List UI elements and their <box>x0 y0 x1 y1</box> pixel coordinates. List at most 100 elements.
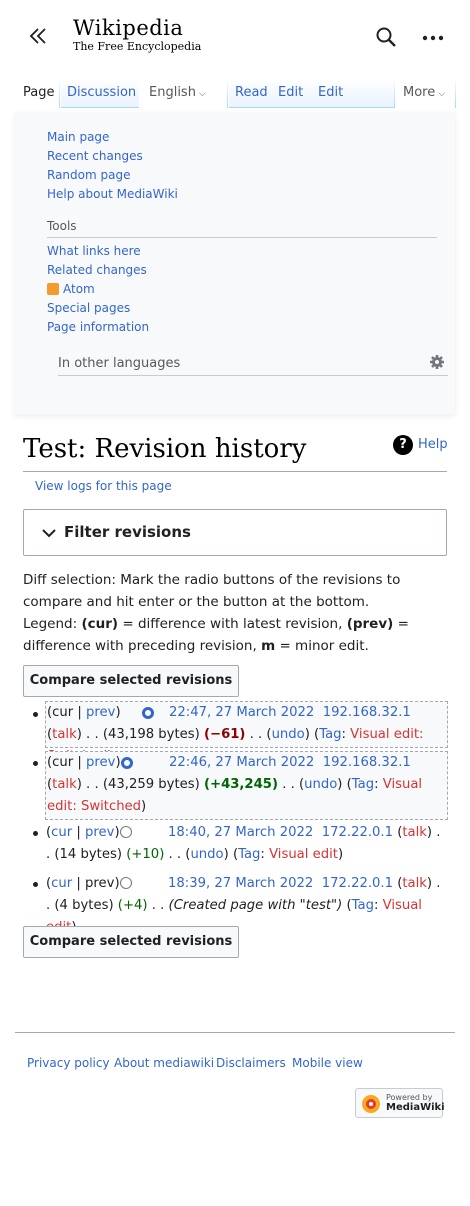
prev-link[interactable]: prev <box>86 755 115 770</box>
language-dropdown[interactable]: English ⌵ <box>143 78 212 108</box>
footer-mobile-view-link[interactable]: Mobile view <box>292 1056 363 1070</box>
list-bullet <box>33 882 38 887</box>
legend-m: m <box>261 638 276 654</box>
size-diff: (+4) <box>117 898 148 913</box>
tag-link[interactable]: Tag <box>352 777 374 792</box>
filter-revisions-toggle[interactable]: Filter revisions <box>23 509 447 556</box>
nav-recent-changes[interactable]: Recent changes <box>47 147 178 166</box>
revision-row: (cur | prev) 22:47, 27 March 2022 192.16… <box>45 701 448 764</box>
chevron-down-icon <box>42 529 56 538</box>
tab-discussion[interactable]: Discussion <box>61 78 139 108</box>
size-diff: (+43,245) <box>203 777 278 792</box>
main-menu-panel: Main page Recent changes Random page Hel… <box>15 112 455 414</box>
revision-radio[interactable] <box>120 826 132 838</box>
tag-link[interactable]: Tag <box>238 847 260 862</box>
nav-random-page[interactable]: Random page <box>47 166 178 185</box>
revision-user-link[interactable]: 192.168.32.1 <box>323 755 411 770</box>
more-dropdown[interactable]: More ⌵ <box>397 78 451 108</box>
edit-summary: (Created page with "test") <box>168 898 343 913</box>
revision-user-link[interactable]: 172.22.0.1 <box>322 825 393 840</box>
footer-about-link[interactable]: About mediawiki <box>114 1056 214 1070</box>
tab-edit-source[interactable]: Edit source <box>312 78 394 130</box>
view-logs-link[interactable]: View logs for this page <box>35 479 172 493</box>
undo-link[interactable]: undo <box>304 777 337 792</box>
chevron-down-icon: ⌵ <box>198 89 206 99</box>
list-bullet <box>33 761 38 766</box>
tool-related-changes[interactable]: Related changes <box>47 261 149 280</box>
cur-link[interactable]: cur <box>51 876 72 891</box>
cur-label: cur <box>52 755 74 770</box>
title-divider <box>23 471 447 472</box>
list-bullet <box>33 712 38 717</box>
revision-user-link[interactable]: 192.168.32.1 <box>323 705 411 720</box>
header: Wikipedia The Free Encyclopedia <box>0 0 470 76</box>
revision-radio-old[interactable] <box>142 707 154 719</box>
tab-page[interactable]: Page <box>17 78 60 108</box>
revision-size: 4 bytes <box>59 898 109 913</box>
legend-m-desc: = minor edit. <box>279 638 369 654</box>
more-label: More <box>403 85 436 100</box>
tool-atom[interactable]: Atom <box>47 280 149 299</box>
footer-privacy-link[interactable]: Privacy policy <box>27 1056 110 1070</box>
revision-date-link[interactable]: 18:40, 27 March 2022 <box>168 825 313 840</box>
footer-disclaimers-link[interactable]: Disclaimers <box>216 1056 286 1070</box>
page-tabs: Page Discussion English ⌵ Read Edit Edit … <box>0 78 470 130</box>
wordmark-title: Wikipedia <box>73 16 184 40</box>
user-talk-link[interactable]: talk <box>52 727 77 742</box>
prev-link[interactable]: prev <box>86 705 115 720</box>
footer-divider <box>15 1032 455 1033</box>
size-diff: (−61) <box>203 727 246 742</box>
prev-label: prev <box>85 876 115 891</box>
wikipedia-wordmark[interactable]: Wikipedia The Free Encyclopedia <box>73 16 201 54</box>
revision-radio[interactable] <box>120 877 132 889</box>
user-talk-link[interactable]: talk <box>402 825 427 840</box>
powered-by-mediawiki-badge[interactable]: Powered by MediaWiki <box>355 1088 445 1118</box>
prev-link[interactable]: prev <box>85 825 114 840</box>
page-title: Test: Revision history <box>23 434 307 464</box>
tool-atom-label: Atom <box>63 282 95 296</box>
undo-link[interactable]: undo <box>190 847 223 862</box>
legend-prev: (prev) <box>346 616 394 632</box>
nav-help[interactable]: Help about MediaWiki <box>47 185 178 204</box>
tab-edit[interactable]: Edit <box>272 78 312 108</box>
tool-special-pages[interactable]: Special pages <box>47 299 149 318</box>
revision-row: (cur | prev) 18:39, 27 March 2022 172.22… <box>45 873 448 935</box>
tag-value[interactable]: Visual edit <box>269 847 338 862</box>
revision-radio-new[interactable] <box>121 757 133 769</box>
tag-link[interactable]: Tag <box>352 898 374 913</box>
revision-date-link[interactable]: 18:39, 27 March 2022 <box>168 876 313 891</box>
revision-size: 43,198 bytes <box>107 727 195 742</box>
help-link[interactable]: Help <box>418 437 448 452</box>
revision-user-link[interactable]: 172.22.0.1 <box>322 876 393 891</box>
collapse-sidebar-icon[interactable] <box>26 24 50 48</box>
user-talk-link[interactable]: talk <box>52 777 77 792</box>
legend: Legend: (cur) = difference with latest r… <box>23 613 453 657</box>
revision-date-link[interactable]: 22:47, 27 March 2022 <box>169 705 314 720</box>
navigation-list: Main page Recent changes Random page Hel… <box>47 128 178 204</box>
tools-list: What links here Related changes Atom Spe… <box>47 242 149 337</box>
list-bullet <box>33 831 38 836</box>
cur-link[interactable]: cur <box>51 825 72 840</box>
diff-instructions: Diff selection: Mark the radio buttons o… <box>23 572 401 610</box>
tab-separator <box>227 78 228 108</box>
revision-date-link[interactable]: 22:46, 27 March 2022 <box>169 755 314 770</box>
gear-icon[interactable] <box>429 354 445 370</box>
other-languages: In other languages <box>58 356 448 376</box>
tag-link[interactable]: Tag <box>319 727 341 742</box>
size-diff: (+10) <box>126 847 165 862</box>
powered-by-text: Powered by <box>386 1093 433 1102</box>
more-options-icon[interactable] <box>421 26 445 50</box>
search-icon[interactable] <box>374 25 398 49</box>
user-talk-link[interactable]: talk <box>402 876 427 891</box>
language-label: English <box>149 85 196 100</box>
tool-page-information[interactable]: Page information <box>47 318 149 337</box>
nav-main-page[interactable]: Main page <box>47 128 178 147</box>
compare-revisions-button-bottom[interactable]: Compare selected revisions <box>23 926 239 958</box>
help-icon[interactable]: ? <box>393 435 413 455</box>
tool-what-links-here[interactable]: What links here <box>47 242 149 261</box>
undo-link[interactable]: undo <box>272 727 305 742</box>
wordmark-tagline: The Free Encyclopedia <box>73 40 202 53</box>
tab-read[interactable]: Read <box>229 78 272 108</box>
mediawiki-text: MediaWiki <box>386 1102 445 1113</box>
compare-revisions-button[interactable]: Compare selected revisions <box>23 665 239 697</box>
